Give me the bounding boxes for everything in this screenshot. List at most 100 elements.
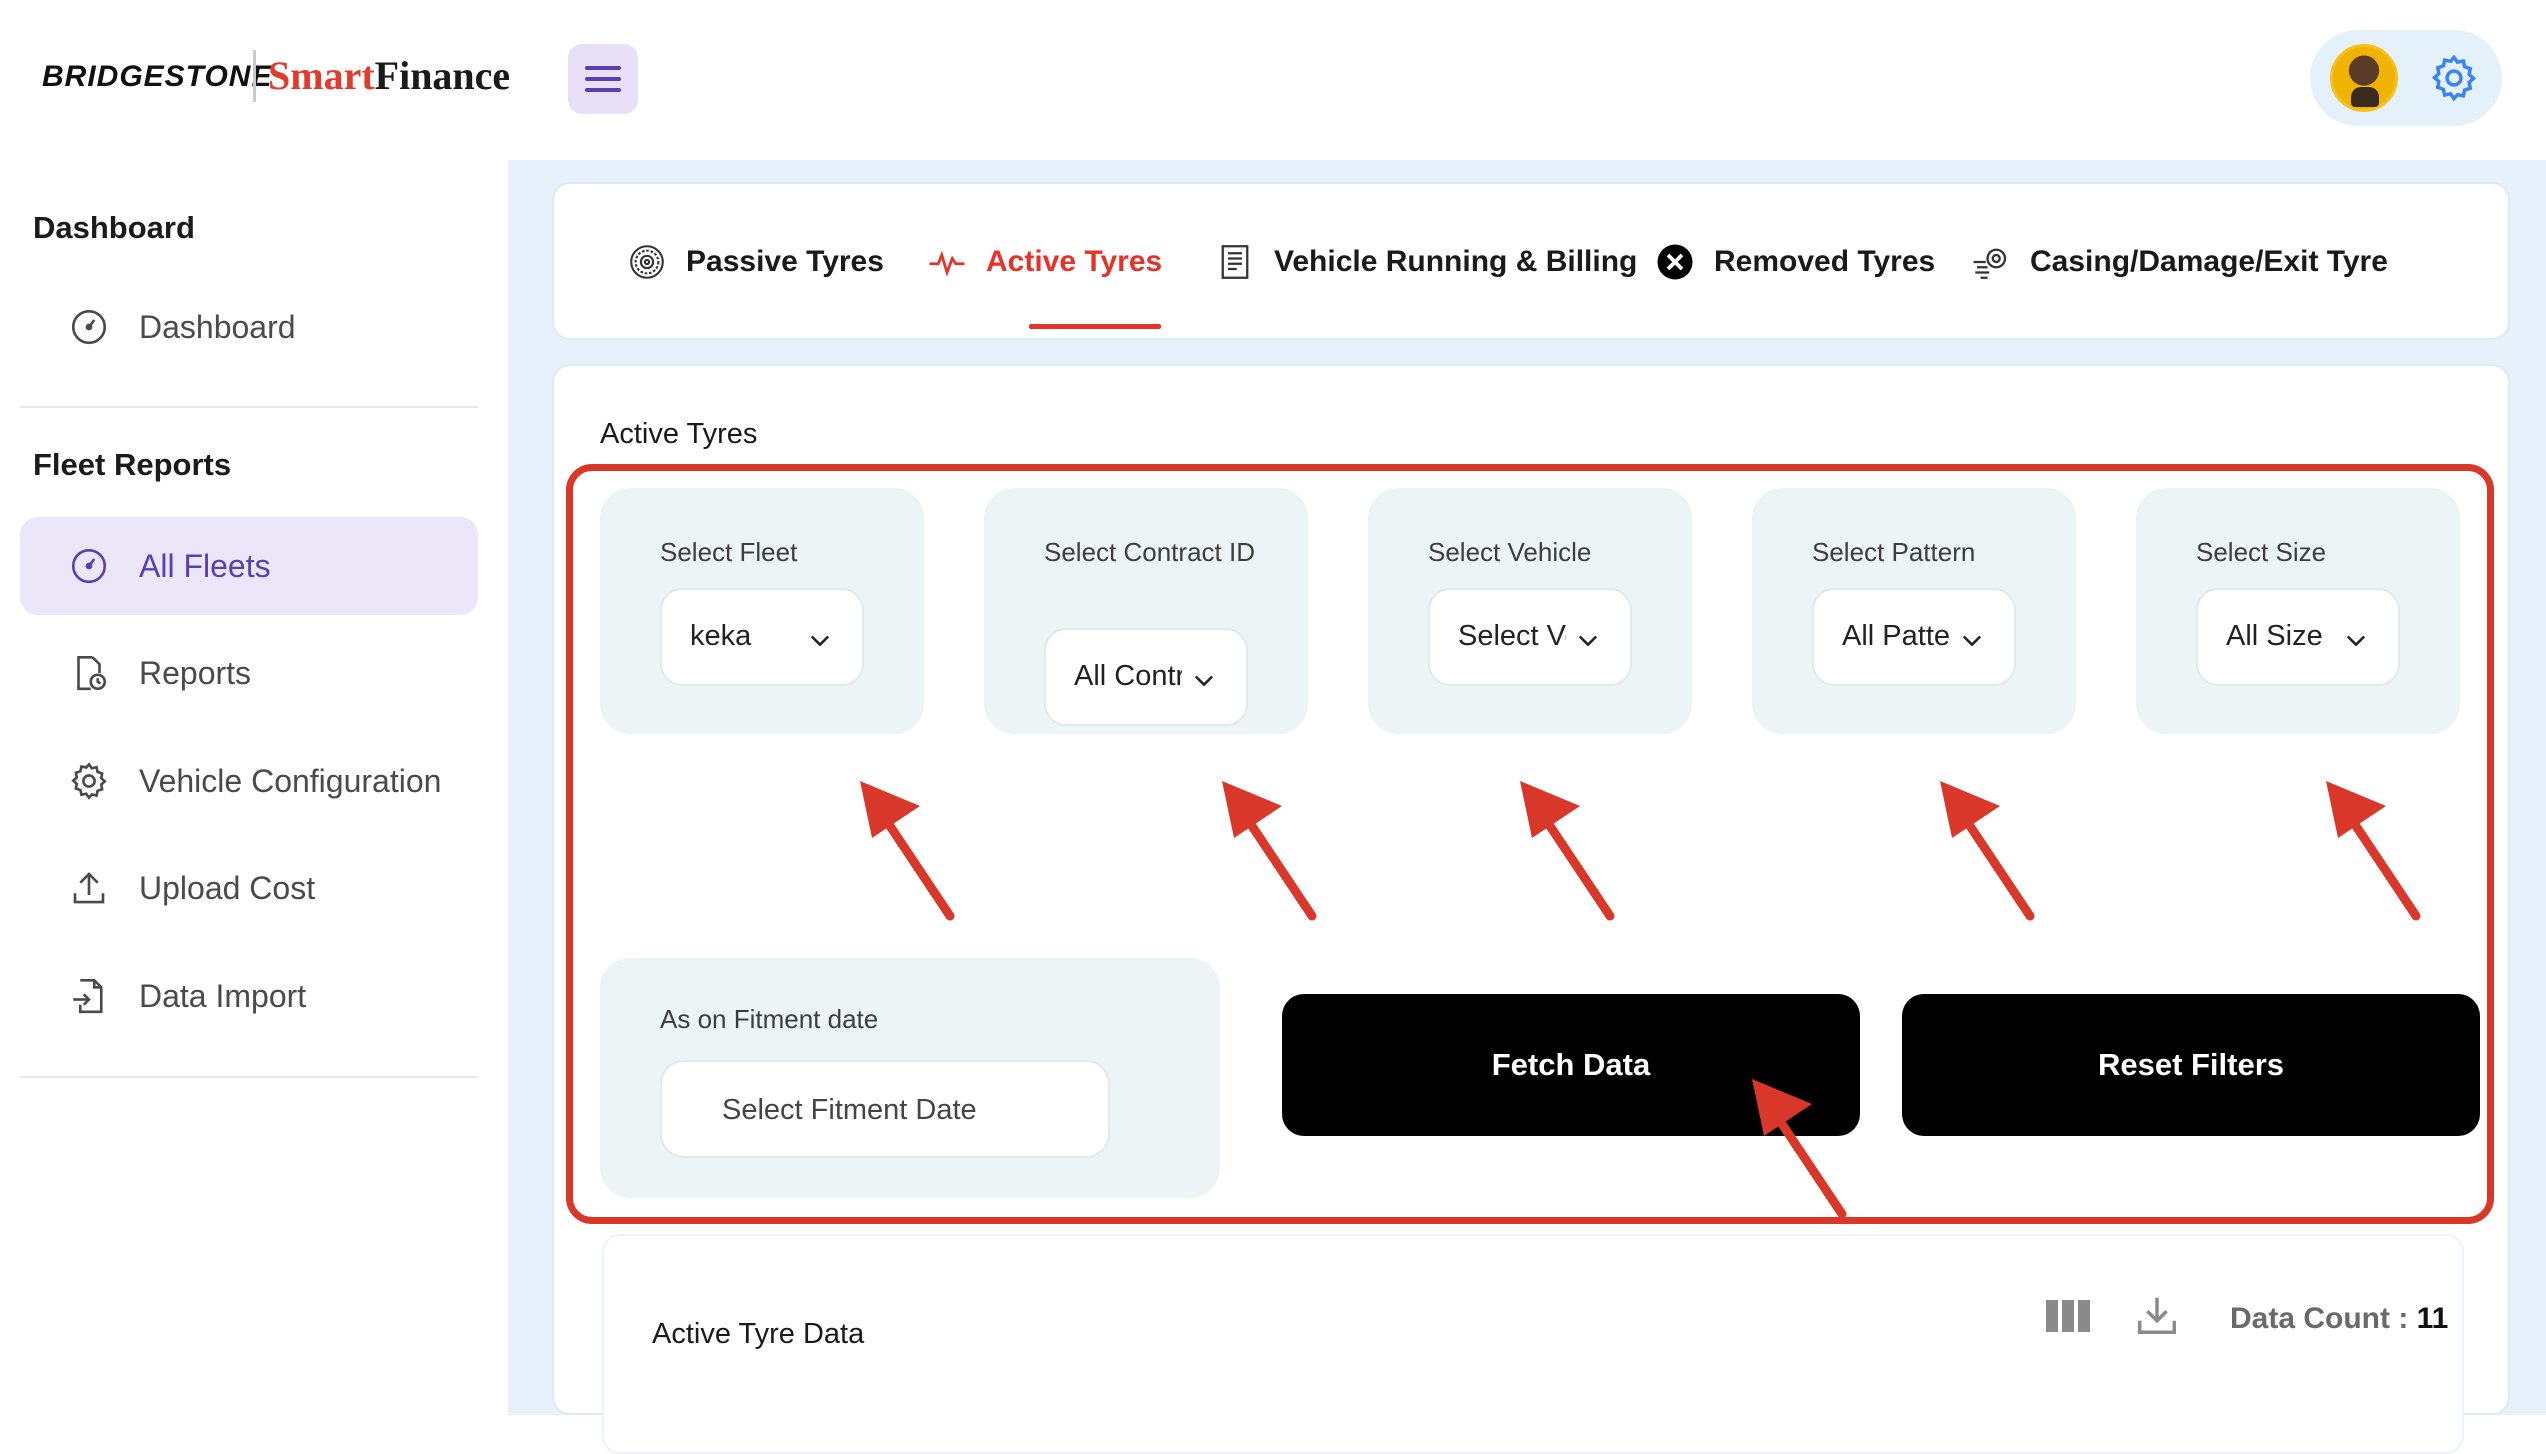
date-placeholder: Select Fitment Date [722,1094,977,1126]
gear-icon [71,762,107,800]
data-count: Data Count : 11 [2230,1302,2448,1336]
filter-label: Select Fleet [660,537,798,567]
tabs-bar: Passive Tyres Active Tyres Vehicle Runni… [552,182,2510,340]
filter-fleet: Select Fleet keka [600,488,924,734]
data-count-value: 11 [2416,1302,2449,1335]
chevron-down-icon [1194,675,1214,687]
data-count-label: Data Count : [2230,1302,2417,1335]
tab-vehicle-running-billing[interactable]: Vehicle Running & Billing [1214,232,1637,292]
tab-label: Removed Tyres [1714,245,1936,278]
sidebar-item-label: All Fleets [139,547,271,584]
dropdown-value: All Size [2226,620,2323,652]
chevron-down-icon [810,635,830,647]
settings-gear-icon[interactable] [2428,52,2480,104]
sidebar-item-reports[interactable]: Reports [20,624,478,722]
file-import-icon [73,978,103,1014]
filter-label: Select Contract ID [1044,537,1255,567]
tab-label: Casing/Damage/Exit Tyre [2030,245,2388,278]
sidebar-item-dashboard[interactable]: Dashboard [20,278,478,376]
dropdown-value: keka [690,620,752,652]
avatar[interactable] [2330,44,2398,112]
logo-finance-text: Finance [374,53,511,98]
bill-icon [1221,245,1249,279]
columns-icon[interactable] [2046,1298,2090,1334]
smartfinance-logo: SmartFinance [268,52,510,99]
annotation-arrow-icon [1520,781,1615,921]
filter-size: Select Size All Size [2136,488,2460,734]
hamburger-menu-button[interactable] [568,44,638,114]
sidebar-item-upload-cost[interactable]: Upload Cost [20,839,478,937]
report-clock-icon [77,655,107,691]
section-title: Active Tyres [600,418,758,450]
sidebar-item-label: Upload Cost [139,869,316,906]
size-dropdown[interactable]: All Size [2196,588,2400,686]
filter-label: As on Fitment date [660,1004,879,1034]
filter-label: Select Vehicle [1428,537,1592,567]
sidebar-item-label: Reports [139,654,252,691]
upload-icon [73,872,105,904]
reset-filters-button[interactable]: Reset Filters [1902,994,2480,1136]
pulse-icon [929,250,965,277]
annotation-arrow-icon [2326,781,2421,921]
filter-label: Select Pattern [1812,537,1976,567]
close-circle-icon [1657,244,1693,280]
logo-smart-text: Smart [268,53,375,98]
tyre-icon [630,245,664,279]
tab-label: Vehicle Running & Billing [1274,245,1638,278]
active-tab-indicator [1029,324,1161,329]
menu-icon-bar [585,77,621,81]
pattern-dropdown[interactable]: All Pattern [1812,588,2016,686]
chevron-down-icon [2346,635,2366,647]
dropdown-value: All Contract ID [1074,660,1182,692]
fetch-data-button[interactable]: Fetch Data [1282,994,1860,1136]
sidebar-item-label: Dashboard [139,308,296,345]
annotation-arrow-icon [860,781,955,921]
filter-contract-id: Select Contract ID All Contract ID [984,488,1308,734]
gauge-icon [71,548,107,584]
filters-card: Active Tyres Select Fleet keka Select Co… [552,364,2510,1454]
active-tyre-data-card: Active Tyre Data Data Count : 11 [602,1234,2464,1454]
contract-id-dropdown[interactable]: All Contract ID [1044,628,1248,726]
chevron-down-icon [1578,635,1598,647]
user-controls [2310,30,2502,126]
tab-removed-tyres[interactable]: Removed Tyres [1654,232,1935,292]
dropdown-value: Select Vehicle [1458,620,1566,652]
sidebar-item-vehicle-configuration[interactable]: Vehicle Configuration [20,732,478,830]
button-label: Reset Filters [2097,1047,2285,1082]
filter-label: Select Size [2196,537,2327,567]
fleet-dropdown[interactable]: keka [660,588,864,686]
sidebar-heading-fleet-reports: Fleet Reports [33,447,232,482]
filter-pattern: Select Pattern All Pattern [1752,488,2076,734]
sidebar-item-label: Data Import [139,977,307,1014]
sidebar-heading-dashboard: Dashboard [33,210,195,245]
tab-label: Passive Tyres [686,245,884,278]
tyre-wind-icon [1973,248,2007,279]
annotation-arrow-icon [1222,781,1317,921]
menu-icon-bar [585,66,621,70]
dropdown-value: All Pattern [1842,620,1950,652]
tab-label: Active Tyres [986,245,1163,278]
filter-fitment-date: As on Fitment date Select Fitment Date [600,958,1220,1198]
gauge-icon [71,309,107,345]
sidebar-item-all-fleets[interactable]: All Fleets [20,517,478,615]
sidebar-item-data-import[interactable]: Data Import [20,947,478,1045]
bridgestone-logo: BRIDGESTONE [42,60,273,93]
logo-divider [253,50,256,102]
chevron-down-icon [1962,635,1982,647]
vehicle-dropdown[interactable]: Select Vehicle [1428,588,1632,686]
sidebar-item-label: Vehicle Configuration [139,762,442,799]
tab-passive-tyres[interactable]: Passive Tyres [626,232,884,292]
tab-casing-damage-exit[interactable]: Casing/Damage/Exit Tyre [1970,232,2388,292]
menu-icon-bar [585,88,621,92]
annotation-arrow-icon [1940,781,2035,921]
filter-vehicle: Select Vehicle Select Vehicle [1368,488,1692,734]
tab-active-tyres[interactable]: Active Tyres [926,232,1162,292]
sidebar: Dashboard Dashboard Fleet Reports All Fl… [0,160,508,1415]
data-section-title: Active Tyre Data [652,1318,865,1350]
download-icon[interactable] [2134,1292,2180,1338]
main-area: Passive Tyres Active Tyres Vehicle Runni… [508,160,2546,1454]
sidebar-divider [20,406,478,408]
fitment-date-input[interactable]: Select Fitment Date [660,1060,1110,1158]
top-bar: BRIDGESTONE SmartFinance [0,0,2546,160]
sidebar-divider [20,1076,478,1078]
